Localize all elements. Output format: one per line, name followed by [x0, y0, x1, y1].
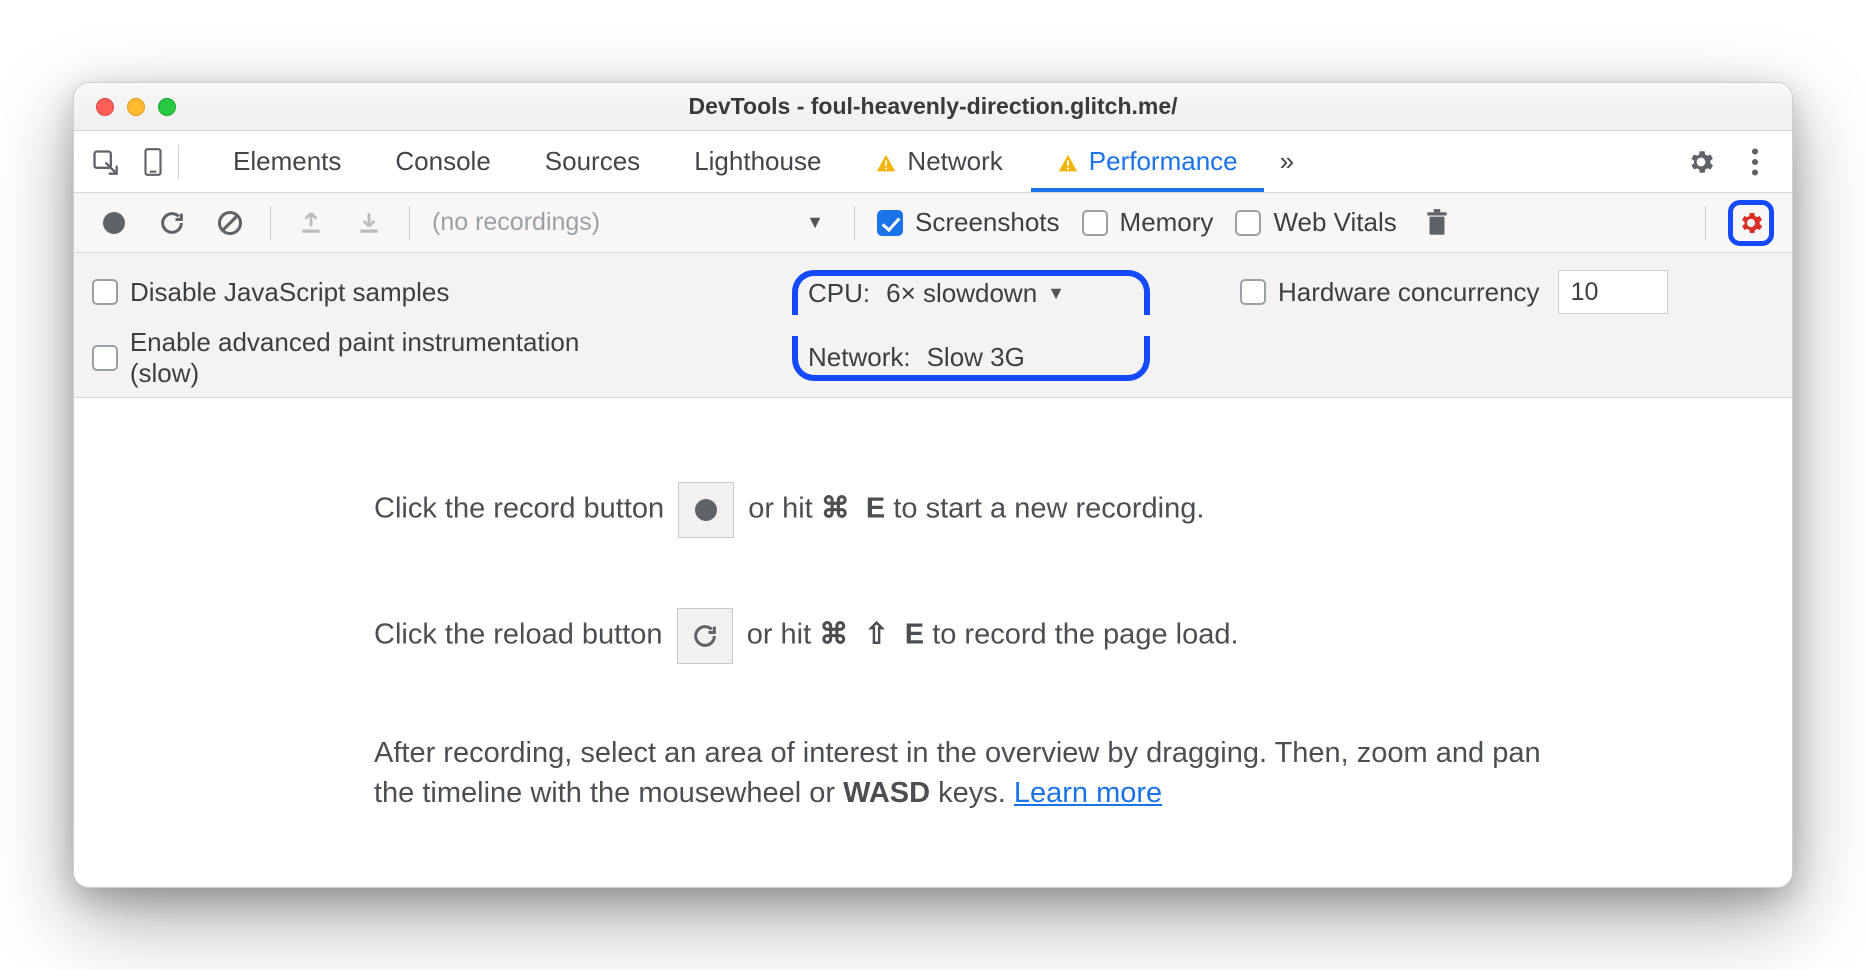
close-window-button[interactable] — [96, 98, 114, 116]
window-controls — [74, 98, 176, 116]
memory-checkbox[interactable]: Memory — [1082, 207, 1214, 238]
divider — [409, 206, 410, 240]
learn-more-link[interactable]: Learn more — [1014, 777, 1162, 809]
after-instruction: After recording, select an area of inter… — [374, 734, 1564, 812]
tab-lighthouse[interactable]: Lighthouse — [668, 131, 847, 192]
cpu-throttle-select[interactable]: 6× slowdown ▼ — [886, 278, 1065, 309]
devtools-window: DevTools - foul-heavenly-direction.glitc… — [73, 82, 1793, 887]
kebab-menu-icon[interactable] — [1732, 139, 1778, 185]
tabs-overflow[interactable]: » — [1266, 131, 1308, 192]
chevron-down-icon: ▼ — [806, 212, 824, 233]
save-profile-button[interactable] — [351, 205, 387, 241]
tab-console[interactable]: Console — [369, 131, 516, 192]
network-throttle-select[interactable]: Slow 3G — [927, 342, 1025, 373]
record-icon — [678, 482, 734, 538]
warning-icon — [1057, 151, 1079, 173]
recordings-select[interactable]: (no recordings) ▼ — [432, 208, 832, 237]
tab-elements[interactable]: Elements — [207, 131, 367, 192]
performance-toolbar: (no recordings) ▼ Screenshots Memory Web… — [74, 193, 1792, 253]
warning-icon — [875, 151, 897, 173]
record-instruction: Click the record button or hit ⌘ E to st… — [374, 482, 1732, 538]
settings-icon[interactable] — [1678, 139, 1724, 185]
reload-instruction: Click the reload button or hit ⌘ ⇧ E to … — [374, 608, 1732, 664]
load-profile-button[interactable] — [293, 205, 329, 241]
clear-button[interactable] — [212, 205, 248, 241]
screenshots-checkbox[interactable]: Screenshots — [877, 207, 1060, 238]
device-toggle-icon[interactable] — [130, 139, 176, 185]
network-throttle-label: Network: — [808, 342, 911, 373]
divider — [178, 145, 179, 179]
reload-button[interactable] — [154, 205, 190, 241]
divider — [1705, 206, 1706, 240]
instructions: Click the record button or hit ⌘ E to st… — [74, 398, 1792, 886]
hardware-concurrency-input[interactable]: 10 — [1558, 270, 1668, 314]
minimize-window-button[interactable] — [127, 98, 145, 116]
tab-performance[interactable]: Performance — [1031, 131, 1264, 192]
network-throttle-highlight: Network: Slow 3G — [792, 336, 1150, 381]
divider — [854, 206, 855, 240]
advanced-paint-checkbox[interactable]: Enable advanced paint instrumentation (s… — [92, 327, 652, 389]
devtools-tabs: Elements Console Sources Lighthouse Netw… — [74, 131, 1792, 193]
inspect-icon[interactable] — [82, 139, 128, 185]
cpu-throttle-label: CPU: — [808, 278, 870, 309]
capture-settings-button[interactable] — [1728, 200, 1774, 246]
hardware-concurrency-checkbox[interactable]: Hardware concurrency — [1240, 277, 1540, 308]
disable-js-samples-checkbox[interactable]: Disable JavaScript samples — [92, 277, 449, 308]
titlebar: DevTools - foul-heavenly-direction.glitc… — [74, 83, 1792, 131]
tab-network[interactable]: Network — [849, 131, 1028, 192]
window-title: DevTools - foul-heavenly-direction.glitc… — [74, 93, 1792, 120]
zoom-window-button[interactable] — [158, 98, 176, 116]
garbage-collect-button[interactable] — [1419, 205, 1455, 241]
record-button[interactable] — [96, 205, 132, 241]
cpu-throttle-highlight: CPU: 6× slowdown ▼ — [792, 270, 1150, 315]
chevron-down-icon: ▼ — [1047, 283, 1065, 304]
tab-sources[interactable]: Sources — [519, 131, 666, 192]
webvitals-checkbox[interactable]: Web Vitals — [1235, 207, 1396, 238]
divider — [270, 206, 271, 240]
reload-icon — [677, 608, 733, 664]
capture-settings-panel: Disable JavaScript samples CPU: 6× slowd… — [74, 253, 1792, 398]
